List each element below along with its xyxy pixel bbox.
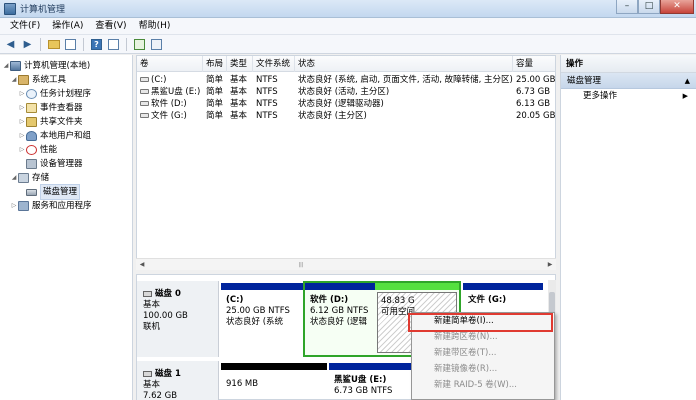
storage-icon <box>18 173 29 183</box>
export-icon[interactable] <box>149 37 164 52</box>
volume-icon <box>140 101 149 106</box>
menu-action[interactable]: 操作(A) <box>46 18 89 35</box>
menu-bar: 文件(F) 操作(A) 查看(V) 帮助(H) <box>0 18 696 35</box>
tools-icon <box>18 75 29 85</box>
partition-c[interactable]: (C:) 25.00 GB NTFS 状态良好 (系统 <box>221 283 303 355</box>
disk-1-label[interactable]: 磁盘 1 基本 7.62 GB <box>137 361 219 400</box>
disk-drive-icon <box>143 370 152 377</box>
menu-new-mirrored-volume[interactable]: 新建镜像卷(R)... <box>412 361 554 377</box>
performance-icon <box>26 145 37 155</box>
maximize-button[interactable]: □ <box>638 0 660 14</box>
tree-item-device-manager[interactable]: 设备管理器 <box>26 157 83 171</box>
volume-list-scrollbar[interactable]: ◀ ||| ▶ <box>136 258 556 270</box>
expand-arrow-icon[interactable]: ▷ <box>18 115 26 129</box>
tree-item-event-viewer[interactable]: ▷ 事件查看器 <box>18 101 83 115</box>
scroll-right-icon[interactable]: ▶ <box>544 259 556 271</box>
tree-item-performance[interactable]: ▷ 性能 <box>18 143 57 157</box>
scroll-left-icon[interactable]: ◀ <box>136 259 148 271</box>
partition-d[interactable]: 软件 (D:) 6.12 GB NTFS 状态良好 (逻辑 <box>308 290 372 350</box>
action-pane: 操作 磁盘管理 ▲ 更多操作 ▶ <box>560 55 696 400</box>
column-header-volume[interactable]: 卷 <box>137 56 203 72</box>
computer-icon <box>10 61 21 71</box>
column-header-status[interactable]: 状态 <box>295 56 513 72</box>
toolbar-separator <box>40 37 41 51</box>
menu-help[interactable]: 帮助(H) <box>133 18 177 35</box>
volume-icon <box>140 89 149 94</box>
table-row[interactable]: 黑鲨U盘 (E:) 简单 基本 NTFS 状态良好 (活动, 主分区) 6.73… <box>137 86 555 98</box>
volume-icon <box>140 77 149 82</box>
collapse-caret-icon[interactable]: ▲ <box>685 73 690 89</box>
window-title: 计算机管理 <box>20 5 66 15</box>
scroll-thumb-grip-icon[interactable]: ||| <box>296 263 306 268</box>
device-manager-icon <box>26 159 37 169</box>
tree-item-disk-management[interactable]: 磁盘管理 <box>26 184 81 200</box>
menu-new-raid5-volume[interactable]: 新建 RAID-5 卷(W)... <box>412 377 554 393</box>
menu-new-striped-volume[interactable]: 新建带区卷(T)... <box>412 345 554 361</box>
up-folder-icon[interactable] <box>46 37 61 52</box>
menu-view[interactable]: 查看(V) <box>89 18 132 35</box>
disk-0-label[interactable]: 磁盘 0 基本 100.00 GB 联机 <box>137 281 219 357</box>
column-header-capacity[interactable]: 容量 <box>513 56 557 72</box>
tree-item-shared-folders[interactable]: ▷ 共享文件夹 <box>18 115 83 129</box>
table-row[interactable]: (C:) 简单 基本 NTFS 状态良好 (系统, 启动, 页面文件, 活动, … <box>137 74 555 86</box>
expand-arrow-icon[interactable]: ▷ <box>18 101 26 115</box>
partition-unallocated[interactable]: 916 MB <box>221 363 327 400</box>
column-header-layout[interactable]: 布局 <box>203 56 227 72</box>
services-icon <box>18 201 29 211</box>
tree-item-storage[interactable]: ◢ 存储 <box>10 171 49 185</box>
help-icon[interactable]: ? <box>89 37 104 52</box>
computer-management-icon <box>4 2 16 15</box>
window-controls: – □ ✕ <box>616 0 694 14</box>
collapse-arrow-icon[interactable]: ◢ <box>2 59 10 73</box>
properties-icon[interactable] <box>106 37 121 52</box>
toolbar-separator <box>83 37 84 51</box>
volume-list-header: 卷 布局 类型 文件系统 状态 容量 <box>137 56 555 72</box>
tree-item-system-tools[interactable]: ◢ 系统工具 <box>10 73 66 87</box>
collapse-arrow-icon[interactable]: ◢ <box>10 73 18 87</box>
forward-icon[interactable]: ▶ <box>20 37 35 52</box>
toolbar-separator <box>126 37 127 51</box>
table-row[interactable]: 文件 (G:) 简单 基本 NTFS 状态良好 (主分区) 20.05 GB <box>137 110 555 122</box>
close-button[interactable]: ✕ <box>660 0 694 14</box>
refresh-icon[interactable] <box>132 37 147 52</box>
title-bar: 计算机管理 – □ ✕ <box>0 0 696 18</box>
event-log-icon <box>26 103 37 113</box>
more-actions-item[interactable]: 更多操作 ▶ <box>561 89 696 104</box>
navigation-tree: ◢ 计算机管理(本地) ◢ 系统工具 ▷ 任务计划程序 ▷ 事件查看器 ▷ 共享… <box>0 55 133 400</box>
collapse-arrow-icon[interactable]: ◢ <box>10 171 18 185</box>
disk-drive-icon <box>143 290 152 297</box>
back-icon[interactable]: ◀ <box>3 37 18 52</box>
disk-icon <box>26 188 37 196</box>
action-section-disk-management[interactable]: 磁盘管理 ▲ <box>561 73 696 89</box>
annotation-highlight-box <box>408 313 553 332</box>
tree-item-task-scheduler[interactable]: ▷ 任务计划程序 <box>18 87 91 101</box>
clock-icon <box>26 89 37 99</box>
users-icon <box>26 131 37 141</box>
toolbar: ◀ ▶ ? <box>0 35 696 54</box>
show-hide-tree-icon[interactable] <box>63 37 78 52</box>
shared-folder-icon <box>26 117 37 127</box>
tree-item-services-apps[interactable]: ▷ 服务和应用程序 <box>10 199 92 213</box>
minimize-button[interactable]: – <box>616 0 638 14</box>
action-pane-header: 操作 <box>561 55 696 73</box>
expand-arrow-icon[interactable]: ▷ <box>18 129 26 143</box>
tree-item-local-users-groups[interactable]: ▷ 本地用户和组 <box>18 129 91 143</box>
submenu-arrow-icon: ▶ <box>682 92 688 100</box>
volume-icon <box>140 113 149 118</box>
volume-list: 卷 布局 类型 文件系统 状态 容量 (C:) 简单 基本 NTFS 状态良好 … <box>136 55 556 265</box>
column-header-filesystem[interactable]: 文件系统 <box>253 56 295 72</box>
expand-arrow-icon[interactable]: ▷ <box>18 143 26 157</box>
expand-arrow-icon[interactable]: ▷ <box>18 87 26 101</box>
column-header-type[interactable]: 类型 <box>227 56 253 72</box>
table-row[interactable]: 软件 (D:) 简单 基本 NTFS 状态良好 (逻辑驱动器) 6.13 GB <box>137 98 555 110</box>
expand-arrow-icon[interactable]: ▷ <box>10 199 18 213</box>
menu-file[interactable]: 文件(F) <box>4 18 46 35</box>
tree-item-computer-management[interactable]: ◢ 计算机管理(本地) <box>2 59 90 73</box>
